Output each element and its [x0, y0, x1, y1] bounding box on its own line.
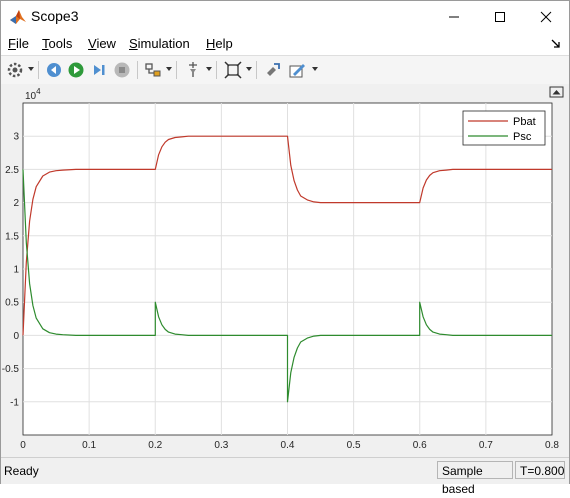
x-tick-label: 0.7 — [479, 440, 493, 451]
zoom-dropdown-arrow[interactable] — [246, 67, 252, 71]
title-bar[interactable]: Scope3 — [1, 1, 569, 33]
window-title: Scope3 — [31, 8, 79, 24]
write-data-icon — [267, 63, 280, 76]
menu-tools-rest: ools — [48, 36, 73, 51]
toolbar-separator — [176, 61, 177, 79]
matlab-icon — [10, 10, 26, 24]
menu-file-rest: ile — [15, 36, 29, 51]
y-tick-label: 2 — [13, 198, 19, 209]
minimize-button[interactable] — [431, 1, 477, 33]
sample-mode-indicator: Sample based — [437, 461, 513, 496]
run-icon — [68, 62, 84, 78]
close-icon — [540, 11, 552, 23]
stop-icon — [114, 62, 130, 78]
x-tick-label: 0.5 — [347, 440, 361, 451]
toolbar-separator — [216, 61, 217, 79]
y-tick-label: 3 — [13, 132, 19, 143]
cursor-dropdown-arrow[interactable] — [206, 67, 212, 71]
y-exponent-label: 104 — [25, 87, 41, 102]
legend[interactable]: Pbat Psc — [462, 110, 546, 146]
menu-tools[interactable]: Tools — [42, 36, 72, 51]
undock-button[interactable] — [549, 86, 564, 98]
toolbar-separator — [137, 61, 138, 79]
style-dropdown-arrow[interactable] — [312, 67, 318, 71]
maximize-button[interactable] — [477, 1, 523, 33]
cursor-measure-icon — [189, 62, 197, 77]
y-tick-label: -1 — [10, 397, 19, 408]
y-tick-label: 0 — [13, 331, 19, 342]
write-data-button[interactable] — [263, 60, 283, 80]
highlight-dropdown-arrow[interactable] — [166, 67, 172, 71]
toolbar-separator — [38, 61, 39, 79]
sim-time-indicator: T=0.800 — [515, 461, 565, 479]
x-tick-label: 0.1 — [82, 440, 96, 451]
minimize-icon — [449, 16, 459, 18]
status-bar: Ready Sample based T=0.800 — [1, 457, 569, 496]
step-back-icon — [47, 63, 61, 77]
dock-arrow-icon[interactable] — [551, 39, 561, 49]
x-tick-label: 0.4 — [281, 440, 295, 451]
stop-button[interactable] — [112, 60, 132, 80]
maximize-icon — [495, 12, 505, 22]
scope-chart: 0 0.1 0.2 0.3 0.4 0.5 0.6 0.7 0.8 -1 -0.5 0 0.5 1 1.5 2… — [2, 86, 564, 451]
step-forward-icon — [94, 65, 105, 75]
menu-help-rest: elp — [215, 36, 233, 51]
style-icon — [289, 64, 305, 78]
step-back-button[interactable] — [44, 60, 64, 80]
menu-help-key: H — [206, 36, 216, 51]
cursor-measure-button[interactable] — [183, 60, 203, 80]
legend-label-psc: Psc — [513, 131, 532, 143]
menu-simulation-key: S — [129, 36, 138, 51]
menu-file-key: F — [8, 36, 16, 51]
y-exponent-base: 10 — [25, 91, 37, 102]
y-tick-label: -0.5 — [2, 364, 20, 375]
y-exponent-power: 4 — [36, 87, 41, 96]
zoom-fit-icon — [224, 61, 242, 79]
close-button[interactable] — [523, 1, 569, 33]
menu-simulation-rest: imulation — [137, 36, 190, 51]
step-forward-button[interactable] — [89, 60, 109, 80]
menu-simulation[interactable]: Simulation — [129, 36, 190, 51]
plot-area: 0 0.1 0.2 0.3 0.4 0.5 0.6 0.7 0.8 -1 -0.5 0 0.5 1 1.5 2… — [1, 84, 569, 456]
x-tick-label: 0.8 — [545, 440, 559, 451]
menu-help[interactable]: Help — [206, 36, 233, 51]
toolbar — [1, 55, 569, 85]
style-button[interactable] — [287, 60, 307, 80]
toolbar-separator — [256, 61, 257, 79]
highlight-button[interactable] — [143, 60, 163, 80]
scope-window: Scope3 File Tools View Simulation Help 0… — [0, 0, 570, 496]
y-tick-label: 1.5 — [5, 231, 19, 242]
y-tick-label: 0.5 — [5, 298, 19, 309]
x-tick-label: 0 — [20, 440, 26, 451]
settings-button[interactable] — [5, 60, 25, 80]
menu-view-rest: iew — [96, 36, 116, 51]
x-tick-label: 0.6 — [413, 440, 427, 451]
run-button[interactable] — [66, 60, 86, 80]
zoom-fit-button[interactable] — [223, 60, 243, 80]
menu-view[interactable]: View — [88, 36, 116, 51]
legend-label-pbat: Pbat — [513, 116, 536, 128]
settings-icon — [7, 62, 23, 78]
x-tick-label: 0.2 — [148, 440, 162, 451]
menu-file[interactable]: File — [8, 36, 29, 51]
status-text: Ready — [4, 464, 39, 478]
x-tick-label: 0.3 — [214, 440, 228, 451]
highlight-icon — [145, 63, 161, 77]
menu-bar: File Tools View Simulation Help — [1, 33, 569, 55]
settings-dropdown-arrow[interactable] — [28, 67, 34, 71]
y-tick-label: 1 — [13, 265, 19, 276]
y-tick-label: 2.5 — [5, 165, 19, 176]
